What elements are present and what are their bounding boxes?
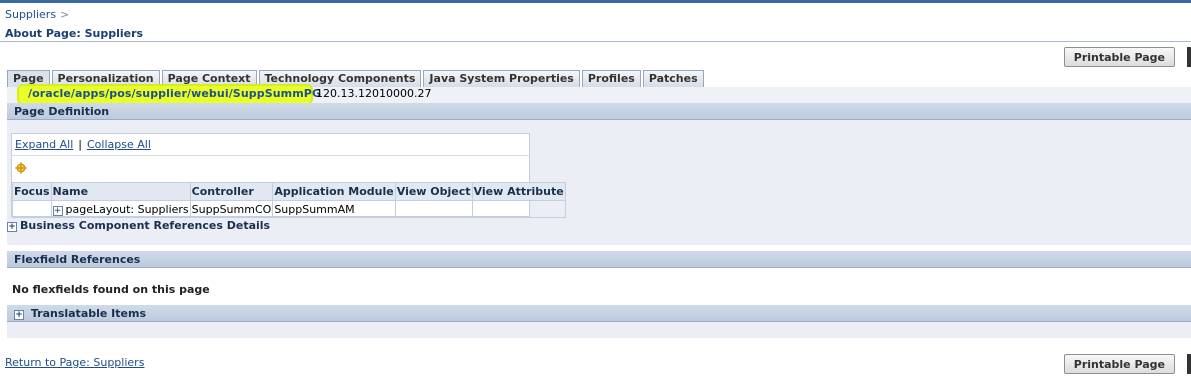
breadcrumb-suppliers-link[interactable]: Suppliers	[5, 8, 56, 21]
tab-page-context[interactable]: Page Context	[161, 70, 257, 87]
link-separator: |	[78, 138, 82, 151]
expand-business-component-icon[interactable]: +	[7, 222, 17, 232]
top-accent-line	[0, 0, 1191, 3]
expand-all-link[interactable]: Expand All	[15, 138, 73, 151]
printable-page-button-top[interactable]: Printable Page	[1063, 47, 1175, 67]
cell-view-attribute	[471, 200, 566, 218]
component-tree: Expand All | Collapse All Focus Name Contr…	[11, 133, 566, 218]
tree-table: Focus Name Controller Application Module…	[12, 182, 566, 218]
tab-technology-components[interactable]: Technology Components	[258, 70, 422, 87]
col-view-object: View Object	[394, 182, 473, 201]
tab-page[interactable]: Page	[7, 70, 50, 87]
tab-java-system-properties[interactable]: Java System Properties	[423, 70, 580, 87]
tab-personalization[interactable]: Personalization	[51, 70, 160, 87]
cell-view-object	[394, 200, 473, 218]
col-name: Name	[50, 182, 191, 201]
tab-patches[interactable]: Patches	[642, 70, 704, 87]
business-component-expander[interactable]: + Business Component References Details	[7, 219, 270, 232]
tree-links: Expand All | Collapse All	[15, 138, 151, 151]
col-controller: Controller	[189, 182, 274, 201]
page-title: About Page: Suppliers	[5, 27, 144, 40]
page-definition-header: Page Definition	[7, 103, 1191, 120]
tab-profiles[interactable]: Profiles	[581, 70, 641, 87]
col-focus: Focus	[12, 182, 52, 201]
page-path: /oracle/apps/pos/supplier/webui/SuppSumm…	[28, 87, 322, 100]
collapse-all-link[interactable]: Collapse All	[87, 138, 151, 151]
expand-translatable-icon[interactable]: +	[14, 310, 24, 320]
tree-header-row: Focus Name Controller Application Module…	[12, 182, 566, 201]
cell-controller: SuppSummCO	[189, 200, 274, 218]
expand-node-icon[interactable]: +	[52, 205, 63, 216]
breadcrumb: Suppliers >	[5, 8, 69, 21]
breadcrumb-separator: >	[60, 8, 70, 21]
cell-focus	[12, 200, 52, 218]
translatable-label: Translatable Items	[30, 307, 146, 320]
focus-crosshair-icon[interactable]	[15, 162, 27, 174]
translatable-panel	[7, 322, 1191, 338]
scrollbar-edge-bottom	[1187, 354, 1191, 374]
return-to-page-link[interactable]: Return to Page: Suppliers	[5, 356, 144, 369]
title-divider	[0, 41, 1191, 42]
table-row: + pageLayout: Suppliers SuppSummCO SuppSu…	[12, 200, 566, 218]
printable-page-button-bottom[interactable]: Printable Page	[1063, 354, 1175, 374]
translatable-header[interactable]: + Translatable Items	[7, 305, 1191, 322]
cell-name: + pageLayout: Suppliers	[50, 200, 191, 218]
col-view-attribute: View Attribute	[471, 182, 566, 201]
business-component-label: Business Component References Details	[20, 219, 271, 232]
scrollbar-edge	[1187, 47, 1191, 67]
node-name: pageLayout: Suppliers	[65, 202, 189, 216]
tree-divider	[12, 155, 529, 156]
col-application-module: Application Module	[272, 182, 396, 201]
flexfield-header: Flexfield References	[7, 251, 1191, 268]
tab-bar: Page Personalization Page Context Techno…	[7, 70, 704, 87]
flexfield-message: No flexfields found on this page	[12, 283, 210, 296]
page-version: 120.13.12010000.27	[316, 87, 432, 100]
cell-application-module: SuppSummAM	[272, 200, 396, 218]
